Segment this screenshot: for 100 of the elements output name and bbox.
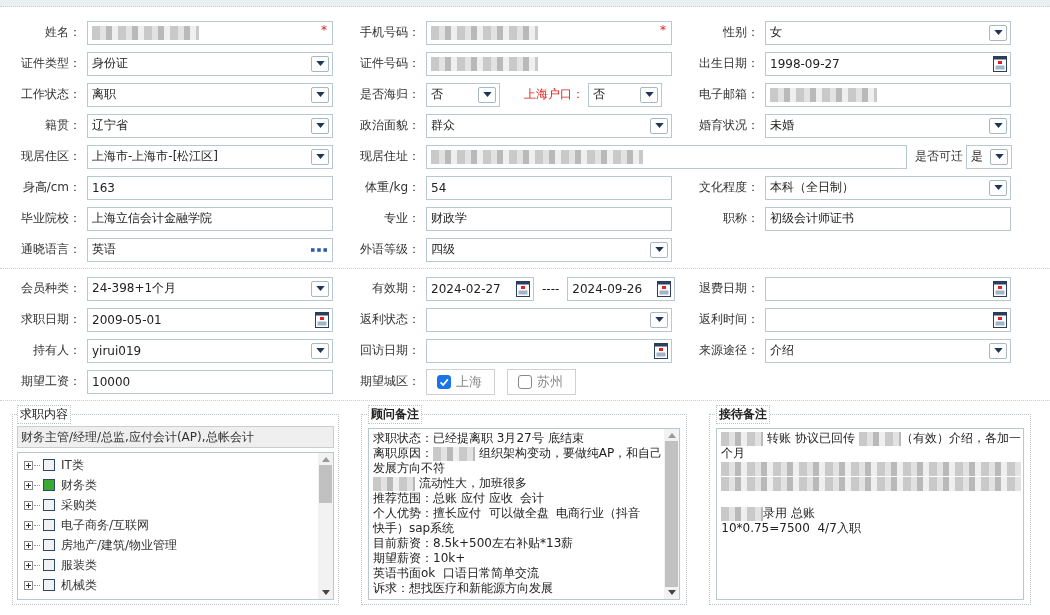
note-text: 目前薪资：8.5k+500左右补贴*13薪 xyxy=(373,536,574,551)
input-field[interactable]: 54 xyxy=(426,175,672,200)
input-field[interactable]: * xyxy=(87,20,333,45)
dropdown-caret-icon[interactable] xyxy=(650,241,668,258)
tree-item[interactable]: 机械类 xyxy=(61,576,97,594)
expand-icon[interactable] xyxy=(24,540,33,550)
dropdown-field[interactable]: 上海市-上海市-[松江区] xyxy=(87,144,333,169)
dropdown-caret-icon[interactable] xyxy=(989,179,1007,196)
tree-item[interactable]: 财务类 xyxy=(61,476,97,494)
notes-textarea[interactable]: 转账 协议已回传 （有效）介绍，各加一 个月 录用 总账 10*0.75=7500 4/7入职 xyxy=(716,428,1024,600)
checkbox[interactable] xyxy=(437,374,451,389)
date-field[interactable]: 1998-09-27 xyxy=(765,51,1011,76)
checkbox[interactable] xyxy=(518,374,532,389)
checkbox[interactable] xyxy=(43,579,55,591)
calendar-icon[interactable] xyxy=(516,280,530,297)
more-options-icon[interactable] xyxy=(311,247,327,252)
dropdown-field[interactable]: 女 xyxy=(765,20,1011,45)
dropdown-caret-icon[interactable] xyxy=(311,342,329,359)
blurred-text xyxy=(721,431,764,446)
dropdown-field[interactable]: 离职 xyxy=(87,82,333,107)
scroll-down-arrow-icon[interactable] xyxy=(667,590,676,595)
tree-item[interactable]: 房地产/建筑/物业管理 xyxy=(61,536,178,554)
dropdown-field[interactable]: 介绍 xyxy=(765,338,1011,363)
dropdown-field[interactable]: 24-398+1个月 xyxy=(87,276,333,301)
date-field[interactable] xyxy=(765,276,1011,301)
checkbox-option[interactable]: 上海 xyxy=(426,368,495,395)
expand-icon[interactable] xyxy=(24,520,33,530)
date-field[interactable]: 2024-02-27 xyxy=(426,276,534,301)
input-field[interactable]: 163 xyxy=(87,175,333,200)
date-field[interactable]: 2009-05-01 xyxy=(87,307,333,332)
expand-icon[interactable] xyxy=(24,460,33,470)
dropdown-field[interactable]: 四级 xyxy=(426,237,672,262)
input-field[interactable] xyxy=(426,144,907,169)
calendar-icon[interactable] xyxy=(993,55,1007,72)
tree-item[interactable]: 电子商务/互联网 xyxy=(61,516,150,534)
dropdown-caret-icon[interactable] xyxy=(650,311,668,328)
dropdown-field[interactable]: 否 xyxy=(426,82,500,107)
tree-item[interactable]: 采购类 xyxy=(61,496,97,514)
dropdown-field[interactable]: 辽宁省 xyxy=(87,113,333,138)
checkbox[interactable] xyxy=(43,519,55,531)
calendar-icon[interactable] xyxy=(993,280,1007,297)
dropdown-field[interactable]: yirui019 xyxy=(87,338,333,363)
checkbox[interactable] xyxy=(43,459,55,471)
input-field[interactable]: 上海立信会计金融学院 xyxy=(87,206,333,231)
calendar-icon[interactable] xyxy=(657,280,672,297)
dropdown-caret-icon[interactable] xyxy=(989,342,1007,359)
calendar-icon[interactable] xyxy=(315,311,329,328)
tree-item[interactable]: IT类 xyxy=(61,456,84,474)
scroll-up-arrow-icon[interactable] xyxy=(667,433,676,438)
field-label: 毕业院校： xyxy=(20,210,82,227)
tree-item[interactable]: 服装类 xyxy=(61,556,97,574)
dropdown-caret-icon[interactable] xyxy=(478,86,496,103)
input-field[interactable]: 财政学 xyxy=(426,206,672,231)
checkbox[interactable] xyxy=(43,479,55,491)
date-field[interactable]: 2024-09-26 xyxy=(567,276,676,301)
expand-icon[interactable] xyxy=(24,480,33,490)
dropdown-caret-icon[interactable] xyxy=(989,24,1007,41)
calendar-icon[interactable] xyxy=(654,342,668,359)
scrollbar[interactable] xyxy=(664,429,680,599)
dropdown-field[interactable]: 本科（全日制） xyxy=(765,175,1011,200)
dropdown-field[interactable]: 是 xyxy=(966,144,1012,169)
dropdown-field[interactable]: 否 xyxy=(588,82,662,107)
scroll-up-arrow-icon[interactable] xyxy=(321,457,330,462)
dropdown-caret-icon[interactable] xyxy=(311,86,329,103)
dropdown-caret-icon[interactable] xyxy=(990,148,1008,165)
dropdown-caret-icon[interactable] xyxy=(311,117,329,134)
scrollbar-thumb[interactable] xyxy=(319,465,332,503)
checkbox[interactable] xyxy=(43,499,55,511)
input-field[interactable]: * xyxy=(426,20,672,45)
input-field[interactable]: 财务主管/经理/总监,应付会计(AP),总帐会计 xyxy=(17,426,334,448)
panel-legend: 接待备注 xyxy=(716,405,771,424)
dropdown-caret-icon[interactable] xyxy=(640,86,658,103)
dropdown-caret-icon[interactable] xyxy=(311,55,329,72)
dropdown-caret-icon[interactable] xyxy=(650,117,668,134)
dropdown-caret-icon[interactable] xyxy=(311,280,329,297)
expand-icon[interactable] xyxy=(24,580,33,590)
input-field[interactable] xyxy=(426,51,672,76)
calendar-icon[interactable] xyxy=(993,311,1007,328)
date-field[interactable] xyxy=(765,307,1011,332)
date-field[interactable] xyxy=(426,338,672,363)
expand-icon[interactable] xyxy=(24,560,33,570)
dropdown-field[interactable]: 身份证 xyxy=(87,51,333,76)
notes-textarea[interactable]: 求职状态：已经提离职 3月27号 底结束 离职原因： 组织架构变动，要做纯AP，和自己 发展方向不符 流动性大，加班很多 推荐范围：总账 应付 应收 会计 个人优势：擅长应付 可以做全盘 电商行业（抖音 快手）sap系统 目前薪资：8.5k+500左右补贴*13薪 期望薪资：10k+ 英语书面ok 口语日常简单交流 诉求：想找医疗和新能源方向发展 xyxy=(368,428,681,600)
input-field[interactable] xyxy=(765,82,1011,107)
scrollbar-thumb[interactable] xyxy=(665,441,679,587)
dropdown-caret-icon[interactable] xyxy=(989,117,1007,134)
input-field[interactable]: 初级会计师证书 xyxy=(765,206,1011,231)
dropdown-caret-icon[interactable] xyxy=(311,148,329,165)
scrollbar[interactable] xyxy=(318,453,333,599)
checkbox[interactable] xyxy=(43,559,55,571)
checkbox[interactable] xyxy=(43,539,55,551)
scroll-down-arrow-icon[interactable] xyxy=(321,590,330,595)
dropdown-field[interactable]: 群众 xyxy=(426,113,672,138)
field-label: 工作状态： xyxy=(20,86,82,103)
input-field[interactable]: 英语 xyxy=(87,237,333,262)
dropdown-field[interactable] xyxy=(426,307,672,332)
checkbox-option[interactable]: 苏州 xyxy=(507,368,576,395)
expand-icon[interactable] xyxy=(24,500,33,510)
dropdown-field[interactable]: 未婚 xyxy=(765,113,1011,138)
input-field[interactable]: 10000 xyxy=(87,369,333,394)
